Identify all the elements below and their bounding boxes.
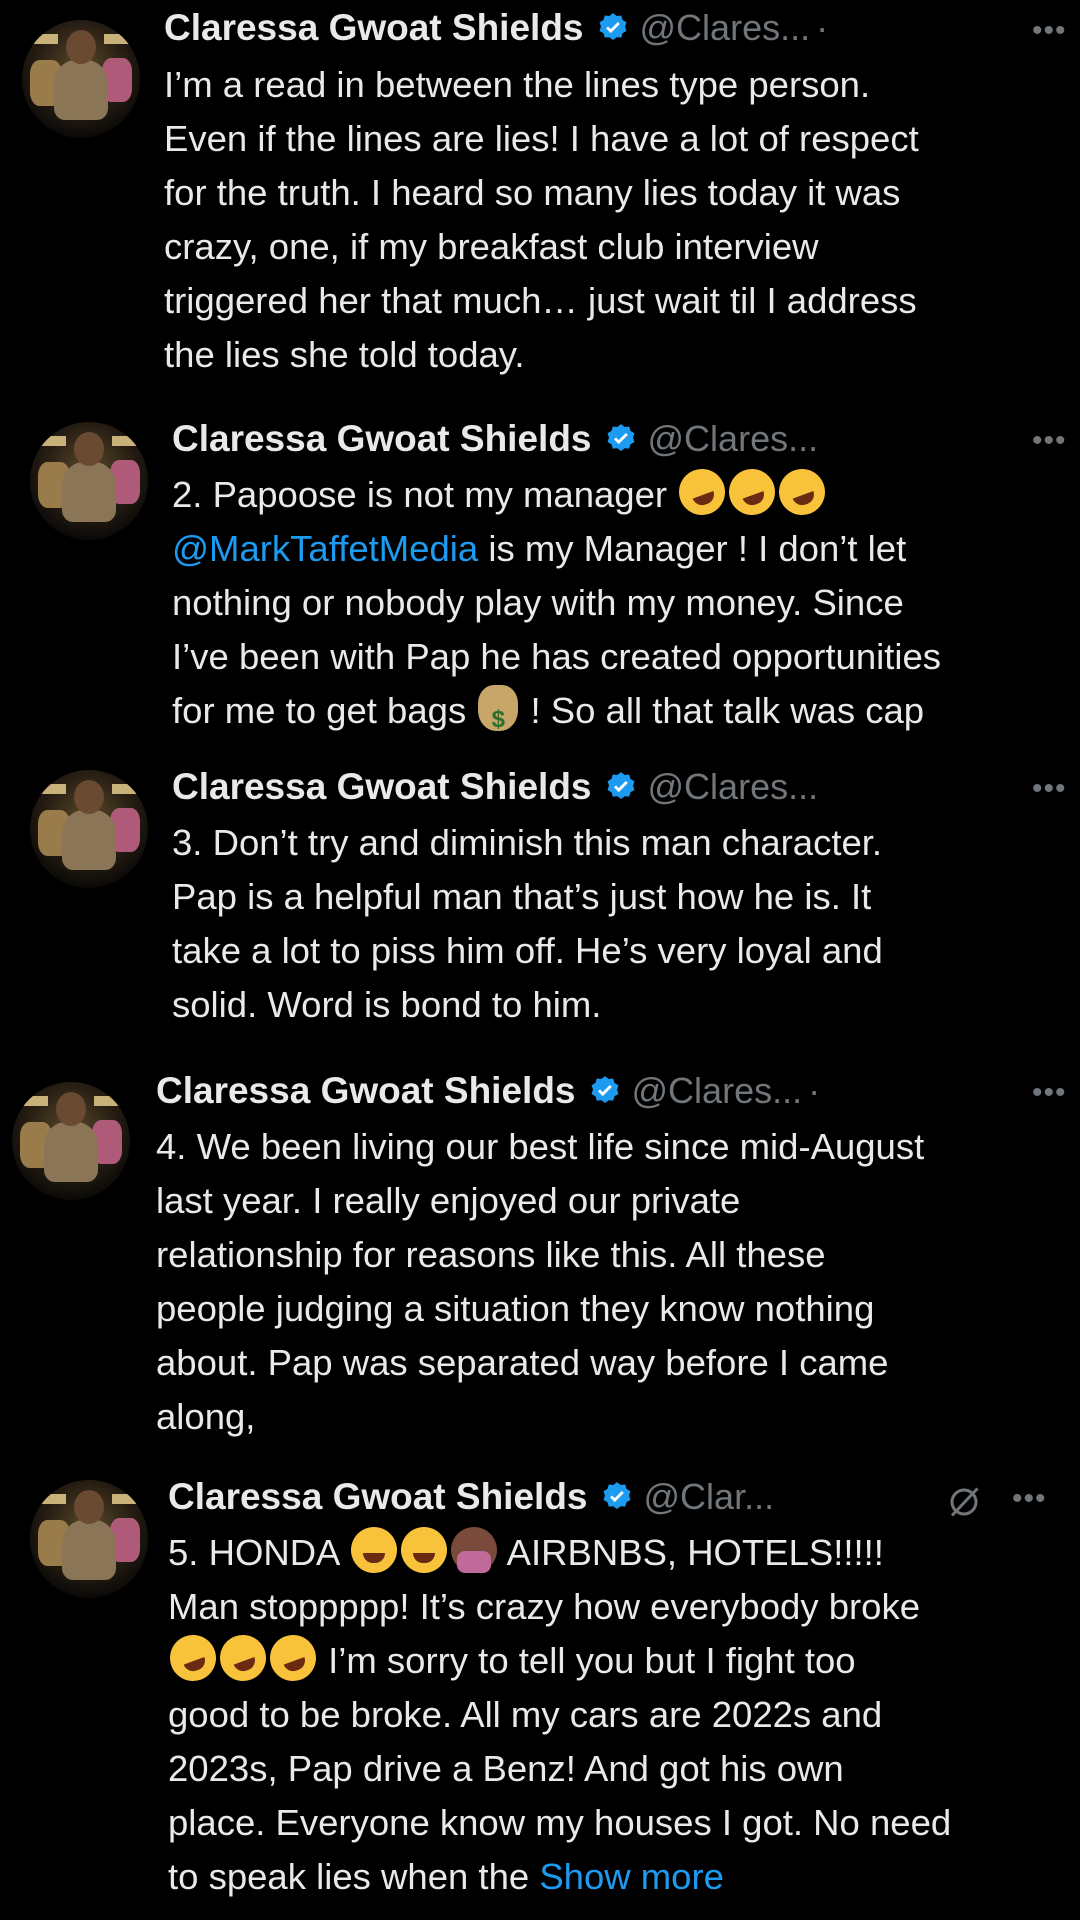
text-segment: 2. Papoose is not my manager <box>172 474 668 515</box>
rofl-emoji-icon <box>672 462 732 522</box>
text-line: last year. I really enjoyed our private <box>156 1180 741 1221</box>
text-line: relationship for reasons like this. All … <box>156 1234 826 1275</box>
text-line: crazy, one, if my breakfast club intervi… <box>164 226 819 267</box>
author-handle[interactable]: @Clar... <box>644 1476 775 1518</box>
text-line: Pap is a helpful man that’s just how he … <box>172 876 872 917</box>
avatar[interactable] <box>30 770 148 888</box>
tweet-4[interactable]: Claressa Gwoat Shields @Clares... · ••• … <box>0 1060 1080 1460</box>
text-line: people judging a situation they know not… <box>156 1288 875 1329</box>
text-segment: is my Manager ! I don’t let <box>478 528 907 569</box>
text-line: 3. Don’t try and diminish this man chara… <box>172 822 883 863</box>
text-line: triggered her that much… just wait til I… <box>164 280 917 321</box>
text-line: nothing or nobody play with my money. Si… <box>172 582 904 623</box>
text-segment: for me to get bags <box>172 690 467 731</box>
text-line: @MarkTaffetMedia is my Manager ! I don’t… <box>172 522 941 576</box>
separator-dot: · <box>808 1070 821 1111</box>
more-icon[interactable]: ••• <box>1032 1076 1067 1110</box>
facepalm-emoji-icon <box>450 1527 497 1573</box>
tweet-5[interactable]: Claressa Gwoat Shields @Clar... ••• 5. H… <box>0 1466 1080 1920</box>
text-line: for the truth. I heard so many lies toda… <box>164 172 901 213</box>
tweet-3[interactable]: Claressa Gwoat Shields @Clares... ••• 3.… <box>0 756 1080 1046</box>
text-line: along, <box>156 1396 256 1437</box>
more-icon[interactable]: ••• <box>1032 772 1067 806</box>
text-line: place. Everyone know my houses I got. No… <box>168 1802 952 1843</box>
text-line: I’m sorry to tell you but I fight too <box>163 1628 951 1688</box>
avatar[interactable] <box>12 1082 130 1200</box>
rofl-emoji-icon <box>722 462 782 522</box>
author-handle[interactable]: @Clares... <box>648 418 819 460</box>
text-line: I’ve been with Pap he has created opport… <box>172 636 942 677</box>
author-name[interactable]: Claressa Gwoat Shields <box>164 7 584 49</box>
rofl-emoji-icon <box>163 1628 223 1688</box>
tweet-text: 5. HONDA AIRBNBS, HOTELS!!!!! Man stoppp… <box>163 1526 952 1904</box>
text-segment: 5. HONDA <box>168 1532 339 1573</box>
text-segment: ! So all that talk was cap <box>520 690 925 731</box>
more-icon[interactable]: ••• <box>1012 1482 1047 1516</box>
text-line: the lies she told today. <box>164 334 525 375</box>
tweet-text: 3. Don’t try and diminish this man chara… <box>172 816 883 1032</box>
tweet-1[interactable]: Claressa Gwoat Shields @Clares... · ••• … <box>0 0 1080 400</box>
mention-link[interactable]: @MarkTaffetMedia <box>172 528 478 569</box>
author-name[interactable]: Claressa Gwoat Shields <box>156 1070 576 1112</box>
joy-emoji-icon <box>350 1527 397 1573</box>
joy-emoji-icon <box>400 1527 447 1573</box>
avatar[interactable] <box>30 1480 148 1598</box>
author-name[interactable]: Claressa Gwoat Shields <box>172 766 592 808</box>
text-line: good to be broke. All my cars are 2022s … <box>168 1694 883 1735</box>
author-handle[interactable]: @Clares... <box>640 7 811 49</box>
text-line: I’m a read in between the lines type per… <box>164 64 871 105</box>
tweet-text: I’m a read in between the lines type per… <box>164 58 919 382</box>
verified-badge-icon <box>599 13 626 41</box>
avatar[interactable] <box>22 20 140 138</box>
text-line: Man stoppppp! It’s crazy how everybody b… <box>168 1586 921 1627</box>
text-line: to speak lies when the Show more <box>168 1850 951 1904</box>
text-line: about. Pap was separated way before I ca… <box>156 1342 889 1383</box>
text-line: for me to get bags ! So all that talk wa… <box>172 684 941 747</box>
money-bag-emoji-icon <box>478 685 519 747</box>
text-segment: AIRBNBS, HOTELS!!!!! <box>498 1532 884 1573</box>
more-icon[interactable]: ••• <box>1032 424 1067 458</box>
author-name[interactable]: Claressa Gwoat Shields <box>172 418 592 460</box>
text-segment: to speak lies when the <box>168 1856 540 1897</box>
verified-badge-icon <box>591 1076 618 1104</box>
show-more-link[interactable]: Show more <box>539 1856 724 1897</box>
more-icon[interactable]: ••• <box>1032 14 1067 48</box>
rofl-emoji-icon <box>772 462 832 522</box>
text-line: solid. Word is bond to him. <box>172 984 602 1025</box>
text-line: 5. HONDA AIRBNBS, HOTELS!!!!! <box>168 1526 951 1580</box>
verified-badge-icon <box>607 772 634 800</box>
tweet-text: 4. We been living our best life since mi… <box>156 1120 924 1444</box>
text-line: 2. Papoose is not my manager <box>172 462 941 522</box>
rofl-emoji-icon <box>213 1628 273 1688</box>
grok-icon[interactable] <box>946 1484 982 1520</box>
avatar[interactable] <box>30 422 148 540</box>
text-line: 4. We been living our best life since mi… <box>156 1126 925 1167</box>
text-line: take a lot to piss him off. He’s very lo… <box>172 930 883 971</box>
author-name[interactable]: Claressa Gwoat Shields <box>168 1476 588 1518</box>
author-handle[interactable]: @Clares... <box>648 766 819 808</box>
verified-badge-icon <box>603 1482 630 1510</box>
tweet-text: 2. Papoose is not my manager @MarkTaffet… <box>172 462 942 747</box>
separator-dot: · <box>816 7 829 48</box>
text-line: Even if the lines are lies! I have a lot… <box>164 118 919 159</box>
text-segment: I’m sorry to tell you but I fight too <box>318 1640 856 1681</box>
author-handle[interactable]: @Clares... <box>632 1070 803 1112</box>
verified-badge-icon <box>607 424 634 452</box>
rofl-emoji-icon <box>263 1628 323 1688</box>
text-line: 2023s, Pap drive a Benz! And got his own <box>168 1748 844 1789</box>
tweet-2[interactable]: Claressa Gwoat Shields @Clares... ••• 2.… <box>0 408 1080 752</box>
